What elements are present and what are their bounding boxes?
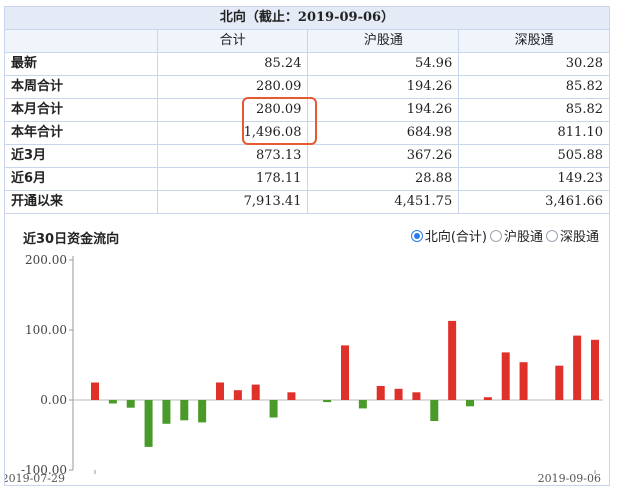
chart-bar — [519, 362, 528, 400]
chart-bar — [394, 388, 403, 400]
cell-sh: 367.26 — [307, 144, 460, 168]
radio-icon[interactable] — [410, 229, 423, 242]
summary-table: 北向（截止：2019-09-06） 合计 沪股通 深股通 最新 85.24 54… — [4, 6, 610, 214]
radio-sz-connect[interactable]: 深股通 — [545, 226, 599, 245]
table-row: 近3月 873.13 367.26 505.88 — [4, 144, 610, 168]
row-label: 近3月 — [4, 144, 158, 168]
header-total: 合计 — [156, 29, 309, 53]
header-sh-connect: 沪股通 — [307, 29, 460, 53]
cell-sh: 28.88 — [307, 167, 460, 191]
row-label: 近6月 — [4, 167, 158, 191]
chart-bar — [591, 339, 599, 400]
cell-sh: 194.26 — [307, 98, 460, 122]
radio-sh-connect[interactable]: 沪股通 — [489, 226, 543, 245]
header-blank — [4, 29, 158, 53]
table-header-row: 合计 沪股通 深股通 — [4, 29, 610, 53]
chart-bar — [573, 335, 582, 400]
radio-label: 深股通 — [559, 230, 599, 245]
flow-chart: -100.000.00100.00200.002019-07-29 2019-09… — [5, 253, 603, 485]
chart-bar — [287, 392, 296, 400]
north-flow-widget: 北向（截止：2019-09-06） 合计 沪股通 深股通 最新 85.24 54… — [4, 6, 610, 486]
chart-bar — [162, 400, 171, 424]
table-row: 最新 85.24 54.96 30.28 — [4, 52, 610, 76]
cell-sz: 30.28 — [458, 52, 610, 76]
cell-sz: 85.82 — [458, 75, 610, 99]
chart-bar — [198, 400, 207, 423]
chart-bar — [358, 400, 367, 409]
table-row: 本月合计 280.09 194.26 85.82 — [4, 98, 610, 122]
header-sz-connect: 深股通 — [458, 29, 610, 53]
table-row: 本周合计 280.09 194.26 85.82 — [4, 75, 610, 99]
cell-sz: 149.23 — [458, 167, 610, 191]
row-label: 本年合计 — [4, 121, 158, 145]
chart-bar — [180, 400, 189, 421]
cell-sz: 85.82 — [458, 98, 610, 122]
table-row: 近6月 178.11 28.88 149.23 — [4, 167, 610, 191]
chart-title: 近30日资金流向 — [23, 232, 120, 247]
chart-bar — [555, 365, 564, 400]
chart-bar — [233, 390, 242, 400]
table-title: 北向（截止：2019-09-06） — [4, 6, 610, 30]
chart-bar — [412, 392, 421, 400]
x-start-date-label: 2019-07-29 — [5, 472, 65, 485]
chart-bar — [501, 352, 510, 400]
chart-bar — [269, 400, 278, 418]
cell-total: 178.11 — [156, 167, 309, 191]
radio-label: 北向(合计) — [424, 230, 487, 245]
chart-bar — [466, 400, 474, 407]
y-tick-label: 100.00 — [25, 323, 67, 337]
row-label: 本月合计 — [4, 98, 158, 122]
chart-bar — [376, 386, 385, 400]
chart-panel: -100.00 0.00 100.00 200.00 2019-07-29 2019-09… — [4, 210, 610, 486]
y-tick-label: 200.00 — [25, 253, 67, 267]
row-label: 本周合计 — [4, 75, 158, 99]
cell-total: 873.13 — [156, 144, 309, 168]
cell-total: 280.09 — [156, 98, 309, 122]
cell-total: 85.24 — [156, 52, 309, 76]
chart-bar — [341, 345, 349, 400]
cell-sh: 54.96 — [307, 52, 460, 76]
chart-bar — [448, 320, 457, 400]
radio-north-total[interactable]: 北向(合计) — [410, 226, 487, 245]
cell-sz: 811.10 — [458, 121, 610, 145]
chart-bar — [323, 400, 332, 403]
cell-sh: 194.26 — [307, 75, 460, 99]
radio-icon[interactable] — [545, 229, 558, 242]
cell-sz: 505.88 — [458, 144, 610, 168]
cell-total: 280.09 — [156, 75, 309, 99]
chart-bar — [216, 382, 224, 400]
row-label: 最新 — [4, 52, 158, 76]
x-end-date-label: 2019-09-06 — [538, 472, 601, 485]
cell-sh: 684.98 — [307, 121, 460, 145]
table-row: 本年合计 1,496.08 684.98 811.10 — [4, 121, 610, 145]
chart-bar — [126, 400, 135, 408]
chart-bar — [483, 397, 492, 400]
radio-icon[interactable] — [489, 229, 502, 242]
radio-label: 沪股通 — [503, 230, 543, 245]
chart-bar — [108, 400, 117, 404]
chart-bar — [251, 384, 260, 400]
chart-bar — [91, 382, 99, 400]
cell-total: 1,496.08 — [156, 121, 309, 145]
series-radio-group: 北向(合计) 沪股通 深股通 — [410, 226, 599, 245]
chart-bar — [430, 400, 439, 421]
chart-bar — [144, 400, 153, 447]
y-tick-label: 0.00 — [40, 393, 67, 407]
